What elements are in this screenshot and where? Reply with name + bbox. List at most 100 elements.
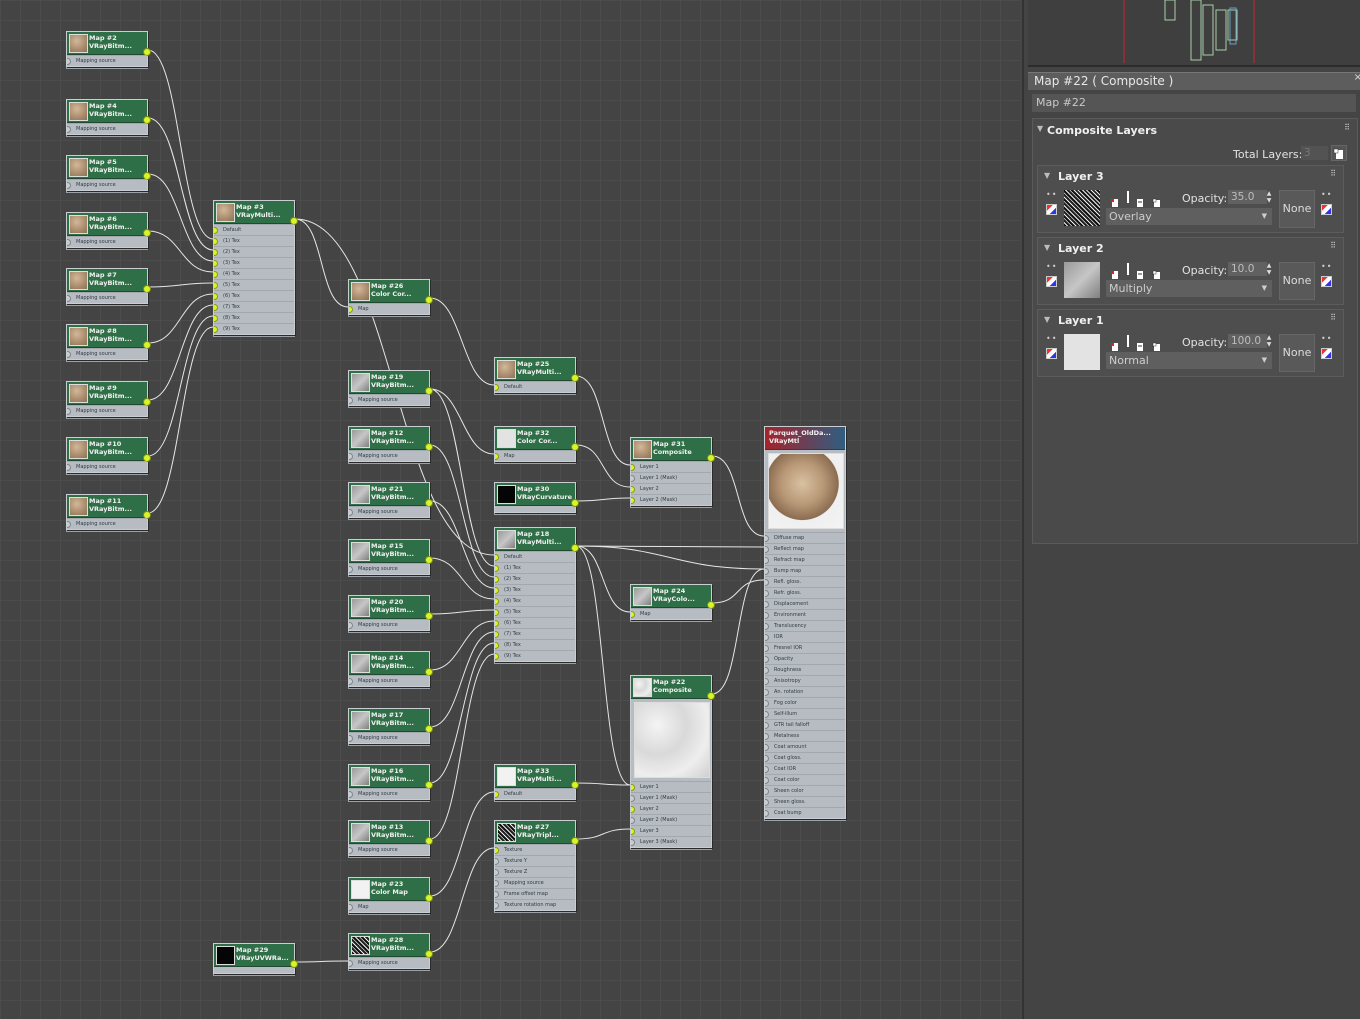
mask-color-icon[interactable] (1321, 204, 1332, 215)
close-icon[interactable]: × (1354, 72, 1360, 83)
input-slot[interactable]: Mapping source (349, 394, 429, 405)
remove-layer-icon[interactable] (1110, 193, 1120, 207)
node-header[interactable]: Map #22 Composite (631, 676, 715, 700)
node-header[interactable]: Map #10 VRayBitm... (67, 438, 151, 462)
node-header[interactable]: Map #19 VRayBitm... (349, 371, 433, 395)
input-slot[interactable]: Texture rotation map (495, 899, 575, 910)
mask-map-button[interactable]: None (1279, 262, 1315, 300)
input-slot[interactable]: Texture Y (495, 855, 575, 866)
layer-collapse-icon[interactable]: ▼ (1044, 315, 1050, 324)
rename-layer-icon[interactable] (1135, 193, 1145, 207)
node-header[interactable]: Map #21 VRayBitm... (349, 483, 433, 507)
input-slot[interactable]: (3) Tex (495, 584, 575, 595)
input-slot[interactable]: Default (495, 788, 575, 799)
opacity-spinner-icon[interactable]: ▲ ▼ (1265, 334, 1273, 348)
node-n31[interactable]: Map #31 Composite Layer 1 Layer 1 (Mask) Lay… (630, 437, 715, 506)
input-slot[interactable]: Mapping source (349, 788, 429, 799)
node-header[interactable]: Map #32 Color Cor... (495, 427, 579, 451)
input-slot[interactable]: Diffuse map (765, 532, 845, 543)
node-header[interactable]: Parquet_OldDa... VRayMtl (765, 427, 845, 450)
node-header[interactable]: Map #2 VRayBitm... (67, 32, 151, 56)
input-slot[interactable]: Translucency (765, 620, 845, 631)
input-slot[interactable]: Coat bump (765, 807, 845, 818)
layer-color-icon[interactable] (1046, 348, 1057, 359)
input-slot[interactable]: Mapping source (67, 348, 147, 359)
node-header[interactable]: Map #4 VRayBitm... (67, 100, 151, 124)
node-n15[interactable]: Map #15 VRayBitm... Mapping source (348, 539, 433, 575)
layer-texture-thumbnail[interactable] (1064, 190, 1100, 226)
node-header[interactable]: Map #8 VRayBitm... (67, 325, 151, 349)
input-slot[interactable]: Refract map (765, 554, 845, 565)
rename-layer-icon[interactable] (1135, 337, 1145, 351)
input-slot[interactable]: (3) Tex (214, 257, 294, 268)
node-header[interactable]: Map #30 VRayCurvature (495, 483, 579, 507)
layer-collapse-icon[interactable]: ▼ (1044, 243, 1050, 252)
input-slot[interactable]: Layer 3 (631, 825, 711, 836)
opacity-input[interactable]: 35.0 (1228, 190, 1267, 204)
input-slot[interactable]: Mapping source (349, 506, 429, 517)
node-header[interactable]: Map #14 VRayBitm... (349, 652, 433, 676)
input-slot[interactable]: Mapping source (67, 405, 147, 416)
input-slot[interactable]: Mapping source (67, 236, 147, 247)
node-n2[interactable]: Map #2 VRayBitm... Mapping source (66, 31, 151, 67)
node-header[interactable]: Map #28 VRayBitm... (349, 934, 433, 958)
input-slot[interactable]: (1) Tex (495, 562, 575, 573)
node-header[interactable]: Map #5 VRayBitm... (67, 156, 151, 180)
input-slot[interactable]: Mapping source (349, 619, 429, 630)
input-slot[interactable]: Opacity (765, 653, 845, 664)
node-header[interactable]: Map #15 VRayBitm... (349, 540, 433, 564)
input-slot[interactable]: (9) Tex (495, 650, 575, 661)
input-slot[interactable]: Mapping source (349, 732, 429, 743)
mask-map-button[interactable]: None (1279, 190, 1315, 228)
node-header[interactable]: Map #25 VRayMulti... (495, 358, 579, 382)
node-n29[interactable]: Map #29 VRayUVWRa... (213, 943, 298, 974)
duplicate-layer-icon[interactable] (1152, 265, 1162, 279)
input-slot[interactable]: Layer 2 (631, 803, 711, 814)
layer-visibility-icon[interactable]: •• (1046, 190, 1057, 199)
remove-layer-icon[interactable] (1110, 337, 1120, 351)
layer-visibility-icon[interactable]: •• (1046, 262, 1057, 271)
input-slot[interactable]: (4) Tex (495, 595, 575, 606)
input-slot[interactable]: Mapping source (349, 675, 429, 686)
duplicate-layer-icon[interactable] (1152, 337, 1162, 351)
node-n27[interactable]: Map #27 VRayTripl... Texture Texture Y Textu… (494, 820, 579, 911)
input-slot[interactable]: Layer 1 (Mask) (631, 792, 711, 803)
input-slot[interactable]: Default (495, 381, 575, 392)
node-header[interactable]: Map #16 VRayBitm... (349, 765, 433, 789)
input-slot[interactable]: Coat color (765, 774, 845, 785)
node-n13[interactable]: Map #13 VRayBitm... Mapping source (348, 820, 433, 856)
output-socket[interactable] (290, 960, 298, 968)
input-slot[interactable]: Layer 2 (Mask) (631, 494, 711, 505)
node-editor-canvas[interactable]: Map #2 VRayBitm... Mapping source Map #4 VRa… (0, 0, 1020, 1019)
input-slot[interactable]: Reflect map (765, 543, 845, 554)
input-slot[interactable]: (9) Tex (214, 323, 294, 334)
input-slot[interactable]: Map (495, 450, 575, 461)
input-slot[interactable]: Layer 2 (631, 483, 711, 494)
input-slot[interactable]: Metalness (765, 730, 845, 741)
input-slot[interactable]: Anisotropy (765, 675, 845, 686)
input-slot[interactable]: Sheen gloss. (765, 796, 845, 807)
input-slot[interactable]: Mapping source (349, 450, 429, 461)
node-n24[interactable]: Map #24 VRayColo... Map (630, 584, 715, 620)
node-n8[interactable]: Map #8 VRayBitm... Mapping source (66, 324, 151, 360)
input-slot[interactable]: Layer 2 (Mask) (631, 814, 711, 825)
input-slot[interactable]: Layer 1 (Mask) (631, 472, 711, 483)
node-header[interactable]: Map #26 Color Cor... (349, 280, 433, 304)
input-slot[interactable]: An. rotation (765, 686, 845, 697)
node-n11[interactable]: Map #11 VRayBitm... Mapping source (66, 494, 151, 530)
input-slot[interactable]: Mapping source (67, 292, 147, 303)
node-n16[interactable]: Map #16 VRayBitm... Mapping source (348, 764, 433, 800)
input-slot[interactable]: Layer 1 (631, 781, 711, 792)
input-slot[interactable]: Map (349, 303, 429, 314)
input-slot[interactable]: Map (349, 901, 429, 912)
node-header[interactable]: Map #3 VRayMulti... (214, 201, 298, 225)
input-slot[interactable]: Mapping source (67, 518, 147, 529)
input-slot[interactable]: Environment (765, 609, 845, 620)
input-slot[interactable]: Coat gloss. (765, 752, 845, 763)
node-n28[interactable]: Map #28 VRayBitm... Mapping source (348, 933, 433, 969)
layer-visibility-icon[interactable]: •• (1046, 334, 1057, 343)
input-slot[interactable]: Mapping source (495, 877, 575, 888)
map-name-field[interactable]: Map #22 (1032, 94, 1356, 112)
input-slot[interactable]: Displacement (765, 598, 845, 609)
node-n4[interactable]: Map #4 VRayBitm... Mapping source (66, 99, 151, 135)
